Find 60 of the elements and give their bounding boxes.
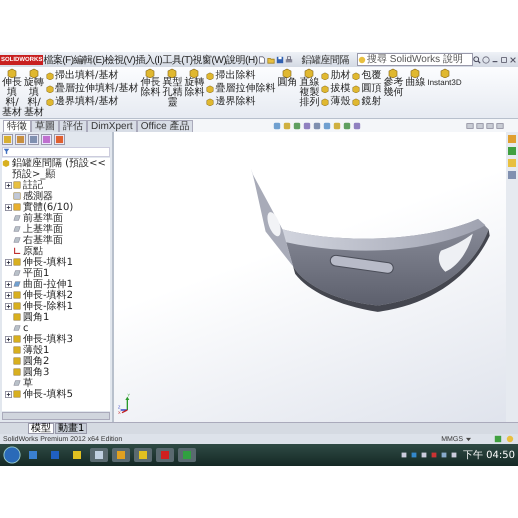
command-tab[interactable]: 評估 (59, 120, 87, 132)
tree-item[interactable]: 鋁罐座間隔 (預設<<預設>_顯 (12, 158, 110, 180)
tree-item[interactable]: 圓角2 (23, 356, 110, 367)
tree-item[interactable]: 前基準面 (23, 213, 110, 224)
search-field[interactable]: 搜尋 SolidWorks 說明 (357, 53, 473, 66)
ribbon-button[interactable]: 旋轉除料 (184, 68, 204, 98)
tree-item[interactable]: c (23, 323, 110, 334)
command-tab[interactable]: 草圖 (31, 120, 59, 132)
tree-item[interactable]: 伸長-填料3 (23, 334, 110, 345)
ribbon-button[interactable]: 疊層拉伸除料 (206, 83, 276, 94)
ribbon-button[interactable]: 邊界除料 (206, 96, 276, 107)
command-tab[interactable]: Office 產品 (136, 120, 194, 132)
ribbon-button[interactable]: 掃出除料 (206, 70, 276, 81)
ribbon-button[interactable]: 圓角 (277, 68, 298, 88)
ribbon-button[interactable]: Instant3D (427, 68, 462, 88)
ribbon-button[interactable]: 直線複製排列 (299, 68, 320, 108)
ribbon-button[interactable]: 曲線 (405, 68, 426, 88)
ribbon-button[interactable]: 拔模 (321, 83, 350, 94)
menu-item[interactable]: 檢視(V) (104, 52, 136, 66)
ribbon-button[interactable]: 邊界填料/基材 (46, 96, 138, 107)
tree-item[interactable]: 曲面-拉伸1 (23, 279, 110, 290)
ribbon-button[interactable]: 掃出填料/基材 (46, 70, 138, 81)
ribbon-button[interactable]: 鏡射 (352, 96, 382, 107)
menu-item[interactable]: 插入(I) (135, 52, 162, 66)
ribbon-button[interactable]: 圓頂 (352, 83, 382, 94)
ribbon-button[interactable]: 包覆 (352, 70, 382, 81)
menu-item[interactable]: 視窗(W) (192, 52, 226, 66)
menu-item[interactable]: 編輯(E) (74, 52, 104, 66)
tree-item[interactable]: 草 (23, 378, 110, 389)
menu-item[interactable]: 工具(T) (162, 52, 193, 66)
ribbon-button[interactable]: 薄殼 (321, 96, 350, 107)
ribbon-button[interactable]: 參考幾何 (383, 68, 404, 98)
tree-item[interactable]: 實體(6/10) (23, 202, 110, 213)
ribbon-button[interactable]: 旋轉填料/基材 (24, 68, 44, 118)
tree-item[interactable]: 感測器 (23, 191, 110, 202)
menu-item[interactable]: 說明(H) (226, 52, 258, 66)
ribbon-button[interactable]: 伸長除料 (140, 68, 160, 98)
tree-item[interactable]: 圓角1 (23, 312, 110, 323)
tree-item[interactable]: 右基準面 (23, 235, 110, 246)
tree-item[interactable]: 伸長-填料2 (23, 290, 110, 301)
tree-item[interactable]: 平面1 (23, 268, 110, 279)
tree-item[interactable]: 註記 (23, 180, 110, 191)
tree-item[interactable]: 上基準面 (23, 224, 110, 235)
window-title: 鋁罐座間隔 (300, 54, 350, 66)
ribbon-button[interactable]: 疊層拉伸填料/基材 (46, 83, 138, 94)
command-tab[interactable]: 特徵 (3, 120, 31, 132)
model-tab[interactable]: 模型 (28, 423, 54, 434)
tree-item[interactable]: 原點 (23, 246, 110, 257)
ribbon-button[interactable]: 伸長填料/基材 (2, 68, 22, 118)
tree-item[interactable]: 伸長-填料5 (23, 389, 110, 400)
ribbon-button[interactable]: 肋材 (321, 70, 350, 81)
model-tab[interactable]: 動畫1 (55, 423, 88, 434)
ribbon-button[interactable]: 異型孔精靈 (162, 68, 182, 108)
menu-item[interactable]: 檔案(F) (43, 52, 74, 66)
clock: 下午 04:50 (463, 449, 515, 462)
tree-item[interactable]: 伸長-除料1 (23, 301, 110, 312)
tree-item[interactable]: 薄殼1 (23, 345, 110, 356)
tree-item[interactable]: 伸長-填料1 (23, 257, 110, 268)
tree-item[interactable]: 圓角3 (23, 367, 110, 378)
command-tab[interactable]: DimXpert (87, 120, 137, 132)
